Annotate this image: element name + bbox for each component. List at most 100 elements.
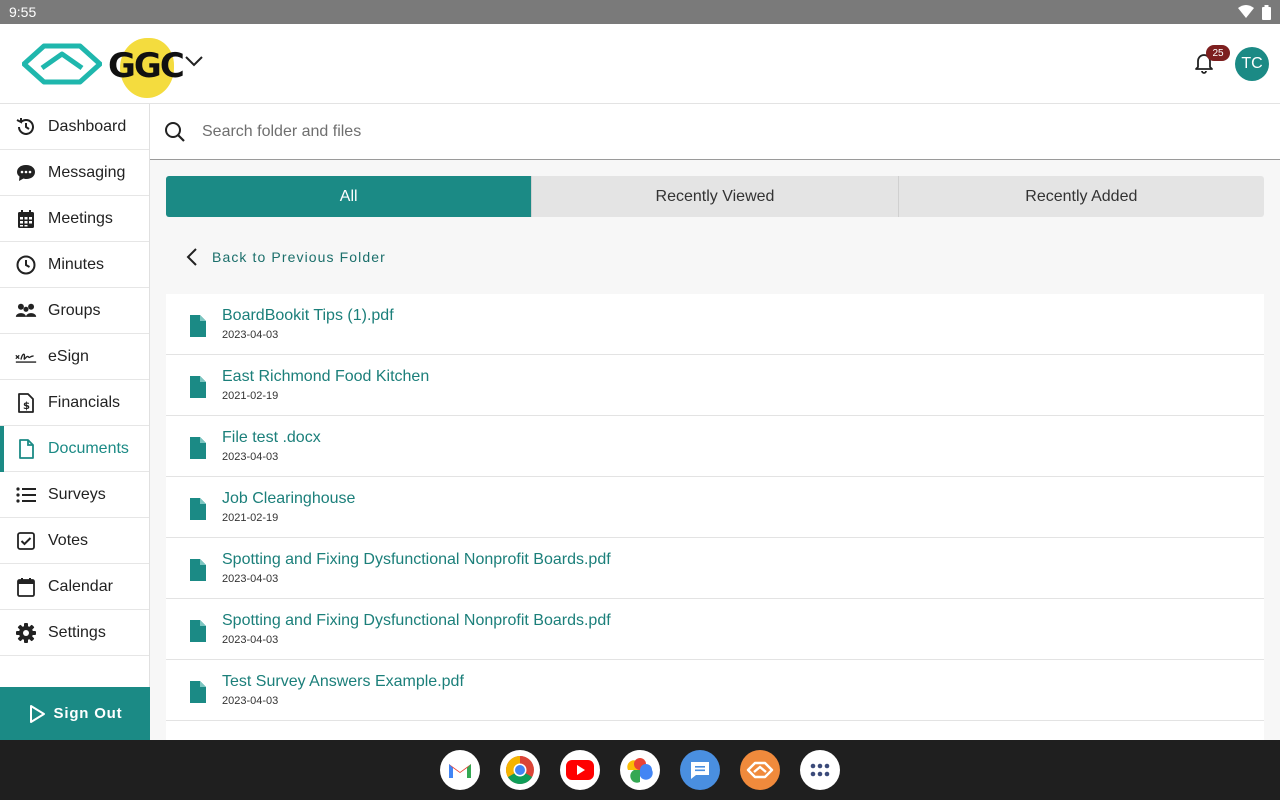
sidebar-item-label: Meetings [48,209,113,227]
sidebar-item-esign[interactable]: eSign [0,334,149,380]
tab-all[interactable]: All [166,176,532,217]
file-row[interactable]: East Richmond Food Kitchen 2021-02-19 [166,355,1264,416]
sidebar-item-minutes[interactable]: Minutes [0,242,149,288]
file-row[interactable]: Spotting and Fixing Dysfunctional Nonpro… [166,599,1264,660]
file-row[interactable]: Test Survey Answers Example.pdf 2023-04-0… [166,660,1264,721]
sidebar-item-label: Financials [48,393,121,411]
file-icon [190,437,206,459]
sidebar: Dashboard Messaging Meetings Minutes Gro… [0,104,150,740]
chrome-icon[interactable] [500,750,540,790]
file-row[interactable]: Job Clearinghouse 2021-02-19 [166,477,1264,538]
sidebar-item-label: Minutes [48,255,105,273]
document-tabs: All Recently Viewed Recently Added [166,176,1264,217]
chevron-down-icon[interactable] [184,54,204,68]
sidebar-item-messaging[interactable]: Messaging [0,150,149,196]
file-name: Test Survey Answers Example.pdf [222,673,464,690]
gmail-icon[interactable] [440,750,480,790]
sidebar-item-label: Surveys [48,485,106,503]
sidebar-item-label: Settings [48,623,106,641]
chevron-left-icon [186,248,197,266]
sidebar-item-documents[interactable]: Documents [0,426,149,472]
battery-icon [1262,4,1271,20]
file-icon [190,559,206,581]
org-logo-text: GGC [108,46,185,86]
dollar-document-icon: $ [15,392,37,414]
documents-panel: All Recently Viewed Recently Added Back … [150,160,1280,740]
people-icon [15,300,37,322]
file-name: Spotting and Fixing Dysfunctional Nonpro… [222,612,611,629]
svg-text:$: $ [23,401,30,412]
signature-icon [15,346,37,368]
file-date: 2023-04-03 [222,695,279,707]
sidebar-item-label: Calendar [48,577,113,595]
sidebar-item-settings[interactable]: Settings [0,610,149,656]
taskbar [0,740,1280,800]
messages-icon[interactable] [680,750,720,790]
document-icon [15,438,37,460]
file-date: 2023-04-03 [222,634,279,646]
clock-icon [15,254,37,276]
status-time: 9:55 [9,4,37,20]
file-date: 2023-04-03 [222,451,279,463]
history-icon [15,116,37,138]
sidebar-item-label: Dashboard [48,117,127,135]
calendar-icon [15,576,37,598]
status-bar: 9:55 [0,0,1280,24]
tab-recently-viewed[interactable]: Recently Viewed [531,176,897,217]
file-row[interactable]: Spotting and Fixing Dysfunctional Nonpro… [166,538,1264,599]
sidebar-item-groups[interactable]: Groups [0,288,149,334]
sidebar-item-label: Groups [48,301,101,319]
file-date: 2021-02-19 [222,512,279,524]
file-list: BoardBookit Tips (1).pdf 2023-04-03 East … [166,294,1264,740]
file-name: BoardBookit Tips (1).pdf [222,307,394,324]
sidebar-item-label: Documents [48,439,129,457]
play-outline-icon [29,704,45,723]
file-name: File test .docx [222,429,321,446]
file-icon [190,620,206,642]
org-logo[interactable]: GGC [106,32,185,98]
file-name: East Richmond Food Kitchen [222,368,430,385]
avatar[interactable]: TC [1235,47,1269,81]
file-date: 2023-04-03 [222,329,279,341]
sidebar-item-surveys[interactable]: Surveys [0,472,149,518]
search-bar [150,104,1280,160]
file-icon [190,376,206,398]
file-name: Spotting and Fixing Dysfunctional Nonpro… [222,551,611,568]
sidebar-item-dashboard[interactable]: Dashboard [0,104,149,150]
sidebar-item-label: Messaging [48,163,126,181]
sidebar-item-label: eSign [48,347,89,365]
file-date: 2021-02-19 [222,390,279,402]
chat-icon [15,162,37,184]
file-name: Job Clearinghouse [222,490,356,507]
search-input[interactable] [202,122,802,141]
back-to-previous-folder[interactable]: Back to Previous Folder [186,248,386,266]
search-icon [165,121,185,142]
sidebar-item-meetings[interactable]: Meetings [0,196,149,242]
list-icon [15,484,37,506]
file-icon [190,315,206,337]
app-header: GGC 25 TC [0,24,1280,104]
sign-out-button[interactable]: Sign Out [0,687,150,740]
back-label: Back to Previous Folder [212,249,386,265]
sidebar-item-calendar[interactable]: Calendar [0,564,149,610]
file-row-partial[interactable] [166,721,1264,740]
tab-recently-added[interactable]: Recently Added [897,176,1264,217]
youtube-icon[interactable] [560,750,600,790]
calendar-grid-icon [15,208,37,230]
sign-out-label: Sign Out [53,705,123,722]
sidebar-item-votes[interactable]: Votes [0,518,149,564]
photos-icon[interactable] [620,750,660,790]
app-drawer-icon[interactable] [800,750,840,790]
checkbox-icon [15,530,37,552]
sidebar-item-financials[interactable]: $ Financials [0,380,149,426]
sidebar-item-label: Votes [48,531,89,549]
app-logo [22,43,102,85]
notification-badge: 25 [1206,45,1230,61]
boardbookit-icon[interactable] [740,750,780,790]
file-row[interactable]: BoardBookit Tips (1).pdf 2023-04-03 [166,294,1264,355]
file-row[interactable]: File test .docx 2023-04-03 [166,416,1264,477]
file-icon [190,498,206,520]
file-date: 2023-04-03 [222,573,279,585]
file-icon [190,681,206,703]
wifi-icon [1238,5,1254,18]
